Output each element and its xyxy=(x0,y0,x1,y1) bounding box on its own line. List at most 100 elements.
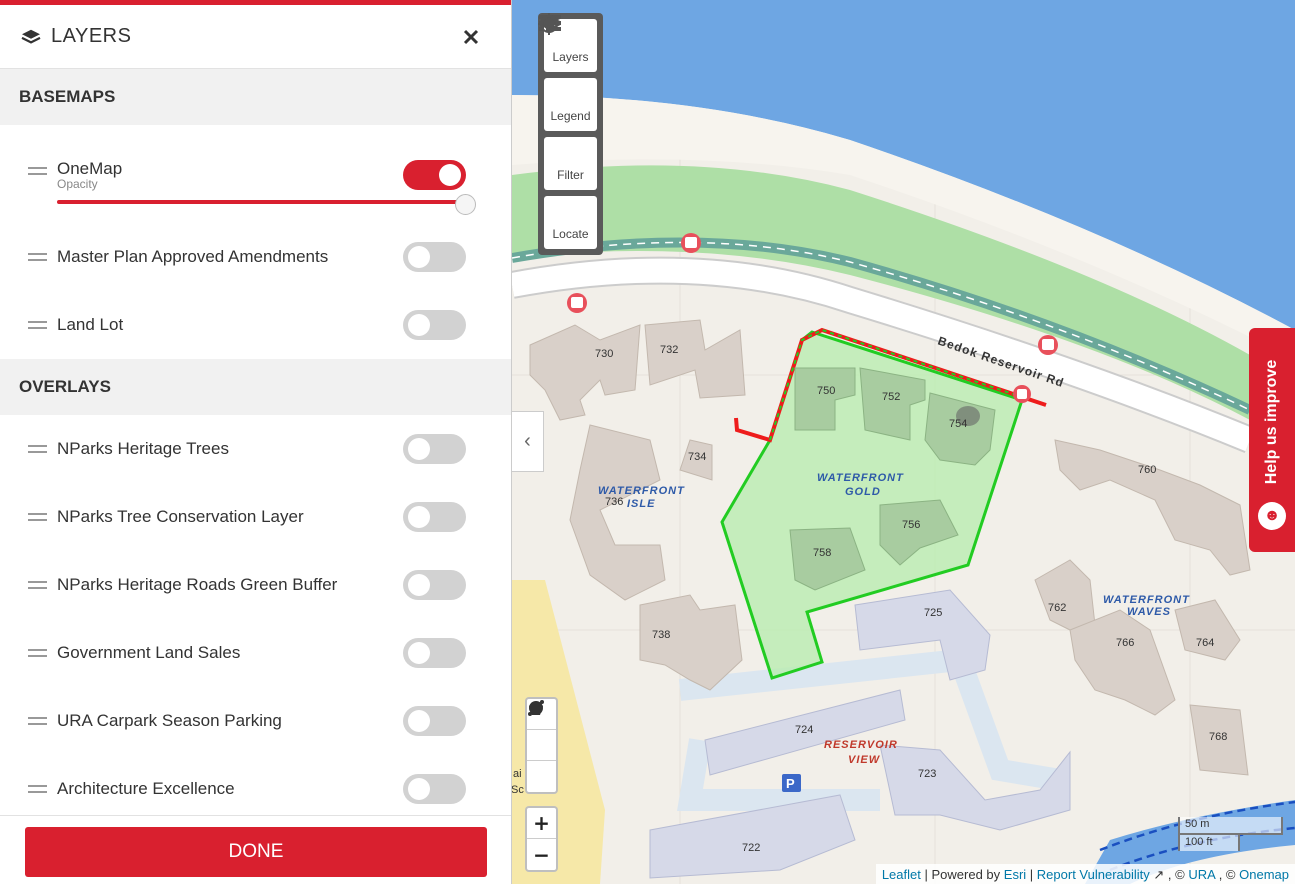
layer-label: NParks Heritage Trees xyxy=(57,439,229,458)
partial-text-1: ai xyxy=(513,768,522,780)
esri-link[interactable]: Esri xyxy=(1004,867,1026,882)
bldg-764: 764 xyxy=(1196,637,1214,649)
estate-gold-2: GOLD xyxy=(845,486,881,498)
opacity-label: Opacity xyxy=(57,177,98,191)
bldg-756: 756 xyxy=(902,519,920,531)
map-attribution: Leaflet | Powered by Esri | Report Vulne… xyxy=(875,864,1295,884)
done-button[interactable]: DONE xyxy=(25,827,487,877)
layer-label: NParks Tree Conservation Layer xyxy=(57,507,304,526)
architecture-toggle[interactable] xyxy=(403,774,466,804)
drag-handle-icon[interactable] xyxy=(28,321,47,329)
heritage-roads-toggle[interactable] xyxy=(403,570,466,600)
layers-icon xyxy=(20,28,42,46)
leaflet-link[interactable]: Leaflet xyxy=(882,867,921,882)
help-improve-tab[interactable]: Help us improve ☻ xyxy=(1249,328,1295,552)
master-plan-toggle[interactable] xyxy=(403,242,466,272)
layer-label: OneMap xyxy=(57,159,123,178)
bldg-762: 762 xyxy=(1048,602,1066,614)
overlays-heading: OVERLAYS xyxy=(0,359,511,415)
ura-link[interactable]: URA xyxy=(1188,867,1215,882)
filter-button[interactable]: Filter xyxy=(539,15,597,190)
bldg-758: 758 xyxy=(813,547,831,559)
chevron-left-icon: ‹ xyxy=(524,430,531,452)
report-vulnerability-link[interactable]: Report Vulnerability xyxy=(1037,867,1150,882)
bldg-750: 750 xyxy=(817,385,835,397)
bldg-752: 752 xyxy=(882,391,900,403)
layer-row-land-lot: Land Lot xyxy=(0,291,511,359)
bldg-736: 736 xyxy=(605,496,623,508)
locate-button-label: Locate xyxy=(552,227,589,241)
drag-handle-icon[interactable] xyxy=(28,581,47,589)
drag-handle-icon[interactable] xyxy=(28,253,47,261)
app-root: P 730 732 734 736 738 750 752 754 756 75… xyxy=(0,0,1295,884)
estate-waves-1: WATERFRONT xyxy=(1103,594,1190,606)
drag-handle-icon[interactable] xyxy=(28,785,47,793)
panel-body[interactable]: BASEMAPS OneMap Opacity Master Plan Appr… xyxy=(0,69,511,815)
zoom-control: + − xyxy=(525,806,558,872)
opacity-slider-thumb[interactable] xyxy=(455,194,476,215)
land-lot-toggle[interactable] xyxy=(403,310,466,340)
close-icon[interactable] xyxy=(458,24,484,50)
layer-row-carpark: URA Carpark Season Parking xyxy=(0,687,511,755)
drag-handle-icon[interactable] xyxy=(28,167,47,175)
drag-handle-icon[interactable] xyxy=(28,717,47,725)
bldg-768: 768 xyxy=(1209,731,1227,743)
gov-land-sales-toggle[interactable] xyxy=(403,638,466,668)
layer-label: Architecture Excellence xyxy=(57,779,235,798)
legend-button-label: Legend xyxy=(550,109,591,123)
zoom-in-button[interactable]: + xyxy=(527,808,556,839)
drag-handle-icon[interactable] xyxy=(28,445,47,453)
external-link-icon: ↗ xyxy=(1153,867,1165,882)
layer-row-architecture: Architecture Excellence xyxy=(0,755,511,815)
bldg-734: 734 xyxy=(688,451,706,463)
layer-label: Land Lot xyxy=(57,315,124,334)
carpark-toggle[interactable] xyxy=(403,706,466,736)
bldg-723: 723 xyxy=(918,768,936,780)
estate-waves-2: WAVES xyxy=(1127,606,1171,618)
drag-handle-icon[interactable] xyxy=(28,513,47,521)
opacity-slider-track[interactable] xyxy=(57,200,465,204)
layer-row-gov-land-sales: Government Land Sales xyxy=(0,619,511,687)
estate-gold-1: WATERFRONT xyxy=(817,472,904,484)
layer-label: Master Plan Approved Amendments xyxy=(57,247,329,266)
bldg-730: 730 xyxy=(595,348,613,360)
help-tab-label: Help us improve xyxy=(1263,359,1280,485)
estate-isle-1: WATERFRONT xyxy=(598,485,685,497)
zoom-out-button[interactable]: − xyxy=(527,839,556,870)
layer-row-tree-conservation: NParks Tree Conservation Layer xyxy=(0,483,511,551)
panel-title: LAYERS xyxy=(51,25,132,47)
estate-reservoir-1: RESERVOIR xyxy=(824,739,898,751)
filter-button-label: Filter xyxy=(557,168,584,182)
layers-button-label: Layers xyxy=(552,50,589,64)
collapse-panel-button[interactable]: ‹ xyxy=(512,411,544,472)
onemap-toggle[interactable] xyxy=(403,160,466,190)
onemap-link[interactable]: Onemap xyxy=(1239,867,1289,882)
heritage-trees-toggle[interactable] xyxy=(403,434,466,464)
estate-reservoir-2: VIEW xyxy=(848,754,881,766)
basemaps-heading: BASEMAPS xyxy=(0,69,511,125)
smiley-icon: ☻ xyxy=(1258,502,1286,530)
locate-button[interactable]: Locate xyxy=(538,13,597,249)
bldg-754: 754 xyxy=(949,418,967,430)
draw-circle-button[interactable] xyxy=(527,701,556,792)
map-toolbar: Layers Legend Filter Locate xyxy=(538,13,603,255)
layer-label: URA Carpark Season Parking xyxy=(57,711,282,730)
layer-row-heritage-trees: NParks Heritage Trees xyxy=(0,415,511,483)
layers-panel: LAYERS BASEMAPS OneMap Opacity Master Pl… xyxy=(0,0,512,884)
panel-footer: DONE xyxy=(0,815,511,884)
partial-text-2: Sc xyxy=(511,784,524,796)
bldg-725: 725 xyxy=(924,607,942,619)
draw-polygon-button[interactable] xyxy=(527,701,556,761)
bldg-766: 766 xyxy=(1116,637,1134,649)
tree-conservation-toggle[interactable] xyxy=(403,502,466,532)
bldg-722: 722 xyxy=(742,842,760,854)
parking-icon: P xyxy=(782,774,801,792)
scale-imperial: 100 ft xyxy=(1178,833,1240,851)
legend-button[interactable]: Legend xyxy=(539,15,597,131)
bldg-724: 724 xyxy=(795,724,813,736)
drag-handle-icon[interactable] xyxy=(28,649,47,657)
layer-label: NParks Heritage Roads Green Buffer xyxy=(57,575,338,594)
panel-header: LAYERS xyxy=(0,5,511,69)
bldg-732: 732 xyxy=(660,344,678,356)
scale-bar: 50 m 100 ft xyxy=(1178,817,1283,851)
